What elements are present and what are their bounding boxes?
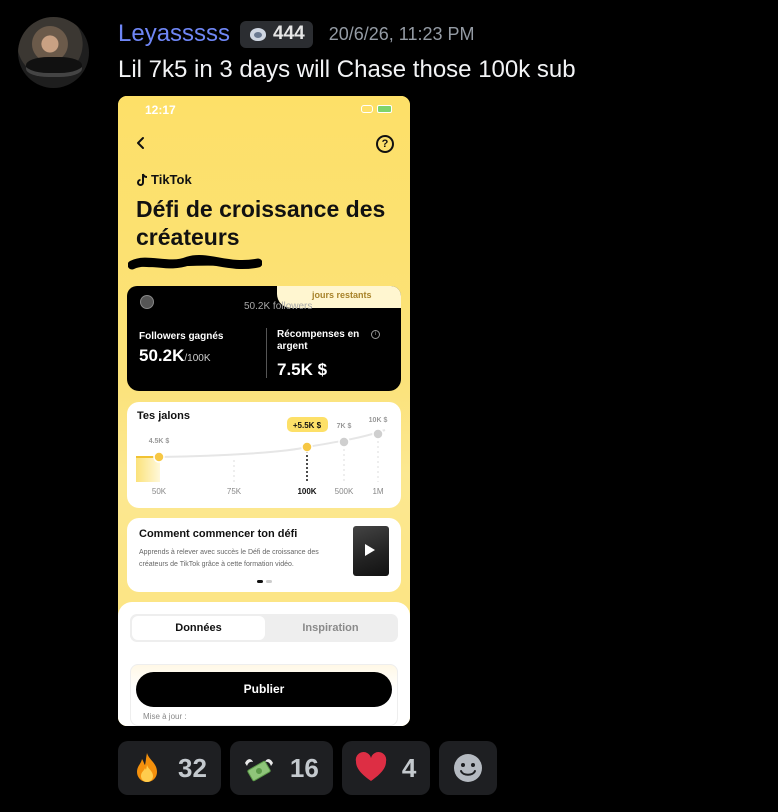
publish-button[interactable]: Publier [136,672,392,707]
rewards-label: Récompenses en argent [277,329,360,352]
role-icon [247,25,269,43]
axis-label: 50K [152,487,167,496]
user-avatar[interactable] [18,17,89,88]
red-heart-emoji-icon [355,752,387,781]
add-reaction-button[interactable] [439,741,498,795]
reaction-count: 16 [289,752,319,783]
status-icons [361,105,392,113]
divider [266,328,267,378]
course-card[interactable]: Comment commencer ton défi Apprends à re… [127,518,401,592]
status-time: 12:17 [145,103,176,117]
milestones-card[interactable]: Tes jalons +5.5K $ 4.5K $ 7K $ 10K $ 50K… [127,402,401,508]
phone-status-bar: 12:17 [118,96,410,122]
role-badge[interactable]: 444 [240,20,313,48]
brand-name: TikTok [151,172,192,187]
milestone-coin [372,428,384,440]
reward-label: 7K $ [337,423,352,430]
axis-label: 75K [227,487,242,496]
days-remaining-text: jours restants [312,290,372,300]
tiktok-brand: TikTok [136,172,192,187]
reaction-red-heart[interactable]: 4 [341,741,431,795]
back-arrow-icon[interactable] [134,136,148,150]
message-timestamp[interactable]: 20/6/26, 11:23 PM [329,24,475,45]
axis-label: 1M [372,487,383,496]
message-header: Leyasssss 444 20/6/26, 11:23 PM [118,18,475,50]
course-description: Apprends à relever avec succès le Défi d… [139,549,319,568]
updated-label: Mise à jour : [143,712,187,721]
followers-gained-number: 50.2K [139,346,185,365]
rewards-value: 7.5K $ [277,360,328,379]
tab-inspiration[interactable]: Inspiration [265,616,396,640]
bottom-sheet: Données Inspiration Publier Mise à jour … [118,602,410,726]
fire-emoji-icon [137,753,157,782]
username[interactable]: Leyasssss [118,20,230,48]
reactions-bar: 32 16 4 [118,741,498,795]
message-text: Lil 7k5 in 3 days will Chase those 100k … [118,56,576,83]
info-icon[interactable]: i [371,330,380,339]
role-count: 444 [273,23,305,44]
milestone-coin [338,436,350,448]
carousel-dot [257,580,263,583]
help-icon[interactable]: ? [376,135,394,153]
link-icon [361,105,373,113]
carousel-dots [257,580,272,583]
axis-label-highlight: 100K [297,487,316,496]
milestones-chart: +5.5K $ 4.5K $ 7K $ 10K $ 50K 75K 100K 5… [136,417,388,496]
reaction-money-with-wings[interactable]: 16 [229,741,333,795]
tiktok-logo-icon [137,173,148,186]
add-reaction-icon [454,754,483,782]
milestone-coin [301,441,313,453]
battery-icon [377,105,392,113]
followers-gained-label: Followers gagnés [139,331,224,342]
course-title: Comment commencer ton défi [139,528,298,540]
page-title: Défi de croissance des créateurs [136,196,386,250]
money-with-wings-emoji-icon [244,759,273,782]
video-thumbnail[interactable] [353,526,389,576]
redaction-scribble [128,255,262,270]
reward-label: 4.5K $ [149,438,170,445]
reaction-count: 4 [401,752,417,783]
track-line [158,429,386,458]
current-reward-text: +5.5K $ [293,421,322,430]
attachment-image[interactable]: 12:17 ? TikTok Défi de croissance des cr… [118,96,410,726]
axis-label: 500K [335,487,354,496]
milestone-coin [153,451,165,463]
reward-label: 10K $ [369,417,388,424]
reaction-count: 32 [178,752,207,783]
segmented-tabs: Données Inspiration [130,614,398,642]
carousel-dot [266,580,272,583]
followers-goal: /100K [184,353,211,364]
reaction-fire[interactable]: 32 [118,741,221,795]
followers-gained-value: 50.2K/100K [139,346,211,366]
profile-avatar [140,295,154,309]
tab-donnees[interactable]: Données [132,616,265,640]
